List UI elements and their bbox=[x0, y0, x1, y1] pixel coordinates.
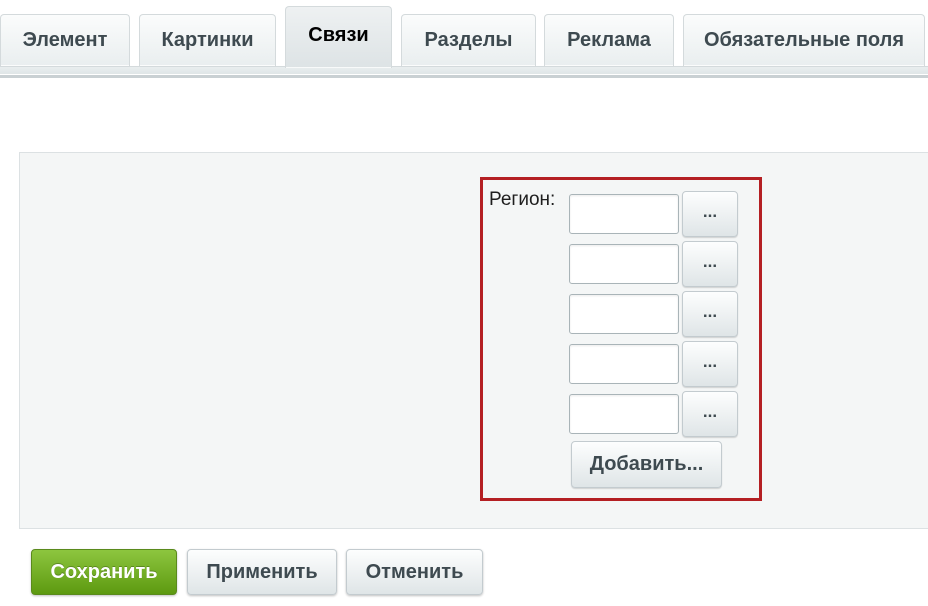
cancel-button[interactable]: Отменить bbox=[346, 549, 483, 595]
tab-bar-underline bbox=[0, 66, 928, 74]
region-label: Регион: bbox=[489, 189, 556, 210]
tab-advertising[interactable]: Реклама bbox=[544, 14, 674, 66]
region-input-5[interactable] bbox=[569, 394, 679, 434]
save-button[interactable]: Сохранить bbox=[31, 549, 177, 595]
region-browse-button-3[interactable]: ... bbox=[682, 291, 738, 337]
region-input-1[interactable] bbox=[569, 194, 679, 234]
tab-element[interactable]: Элемент bbox=[0, 14, 130, 66]
add-region-button[interactable]: Добавить... bbox=[571, 441, 722, 488]
region-browse-button-5[interactable]: ... bbox=[682, 391, 738, 437]
tab-required-fields[interactable]: Обязательные поля bbox=[683, 14, 925, 66]
region-input-3[interactable] bbox=[569, 294, 679, 334]
region-input-4[interactable] bbox=[569, 344, 679, 384]
region-input-2[interactable] bbox=[569, 244, 679, 284]
tab-sections[interactable]: Разделы bbox=[401, 14, 536, 66]
apply-button[interactable]: Применить bbox=[187, 549, 337, 595]
tab-links[interactable]: Связи bbox=[285, 6, 392, 68]
tab-pictures[interactable]: Картинки bbox=[139, 14, 276, 66]
tab-bar: Элемент Картинки Связи Разделы Реклама О… bbox=[0, 0, 928, 78]
region-browse-button-1[interactable]: ... bbox=[682, 191, 738, 237]
links-panel bbox=[19, 152, 928, 529]
region-browse-button-4[interactable]: ... bbox=[682, 341, 738, 387]
region-browse-button-2[interactable]: ... bbox=[682, 241, 738, 287]
